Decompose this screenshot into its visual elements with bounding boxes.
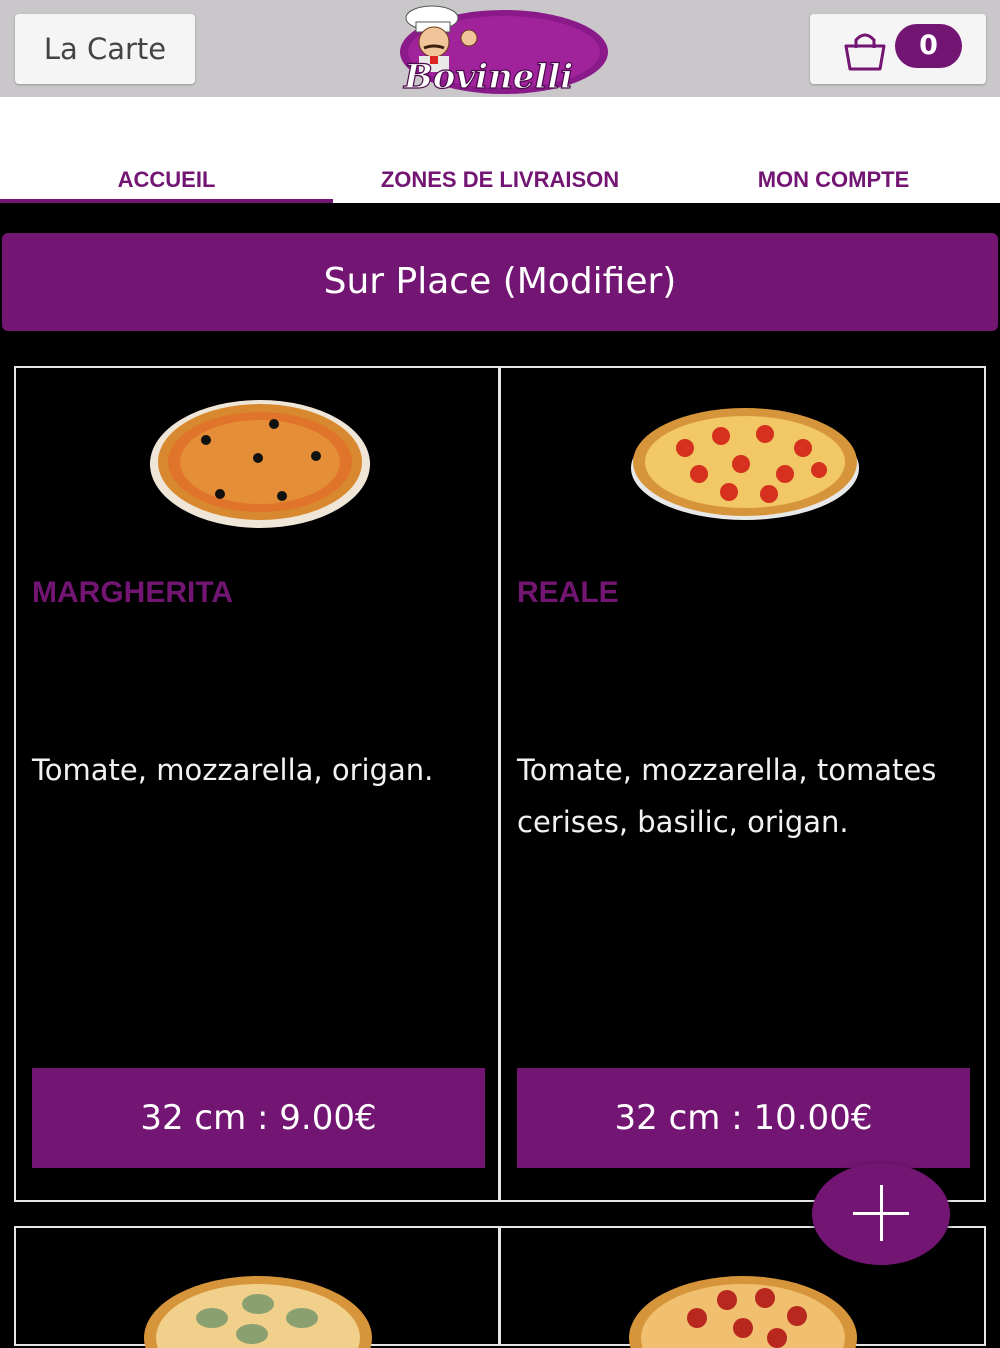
shopping-bag-icon — [840, 28, 890, 72]
tab-mon-compte[interactable]: MON COMPTE — [667, 157, 1000, 203]
cart-button[interactable]: 0 — [810, 14, 986, 84]
product-card-margherita[interactable]: MARGHERITA Tomate, mozzarella, origan. 3… — [14, 366, 500, 1202]
product-card-reale[interactable]: REALE Tomate, mozzarella, tomates cerise… — [499, 366, 986, 1202]
pizza-image — [631, 408, 859, 520]
pizza-image — [144, 1276, 372, 1348]
price-button[interactable]: 32 cm : 10.00€ — [517, 1068, 970, 1168]
product-description: Tomate, mozzarella, origan. — [32, 753, 434, 787]
svg-text:Bovinelli: Bovinelli — [403, 57, 573, 97]
order-mode-button[interactable]: Sur Place (Modifier) — [2, 233, 998, 331]
pizza-image — [150, 400, 370, 528]
main-nav: ACCUEIL ZONES DE LIVRAISON MON COMPTE — [0, 97, 1000, 203]
product-name: REALE — [517, 576, 619, 609]
add-fab-button[interactable] — [812, 1163, 950, 1265]
pizza-image — [629, 1276, 857, 1348]
product-name: MARGHERITA — [32, 576, 234, 609]
menu-button[interactable]: La Carte — [15, 14, 195, 84]
cart-count-badge: 0 — [895, 24, 962, 68]
product-card[interactable] — [14, 1226, 500, 1348]
top-bar: La Carte Bovinelli 0 — [0, 0, 1000, 98]
product-description: Tomate, mozzarella, tomates cerises, bas… — [517, 753, 937, 839]
brand-logo[interactable]: Bovinelli — [394, 4, 609, 98]
price-button[interactable]: 32 cm : 9.00€ — [32, 1068, 485, 1168]
tab-zones-de-livraison[interactable]: ZONES DE LIVRAISON — [333, 157, 667, 203]
tab-accueil[interactable]: ACCUEIL — [0, 157, 333, 203]
